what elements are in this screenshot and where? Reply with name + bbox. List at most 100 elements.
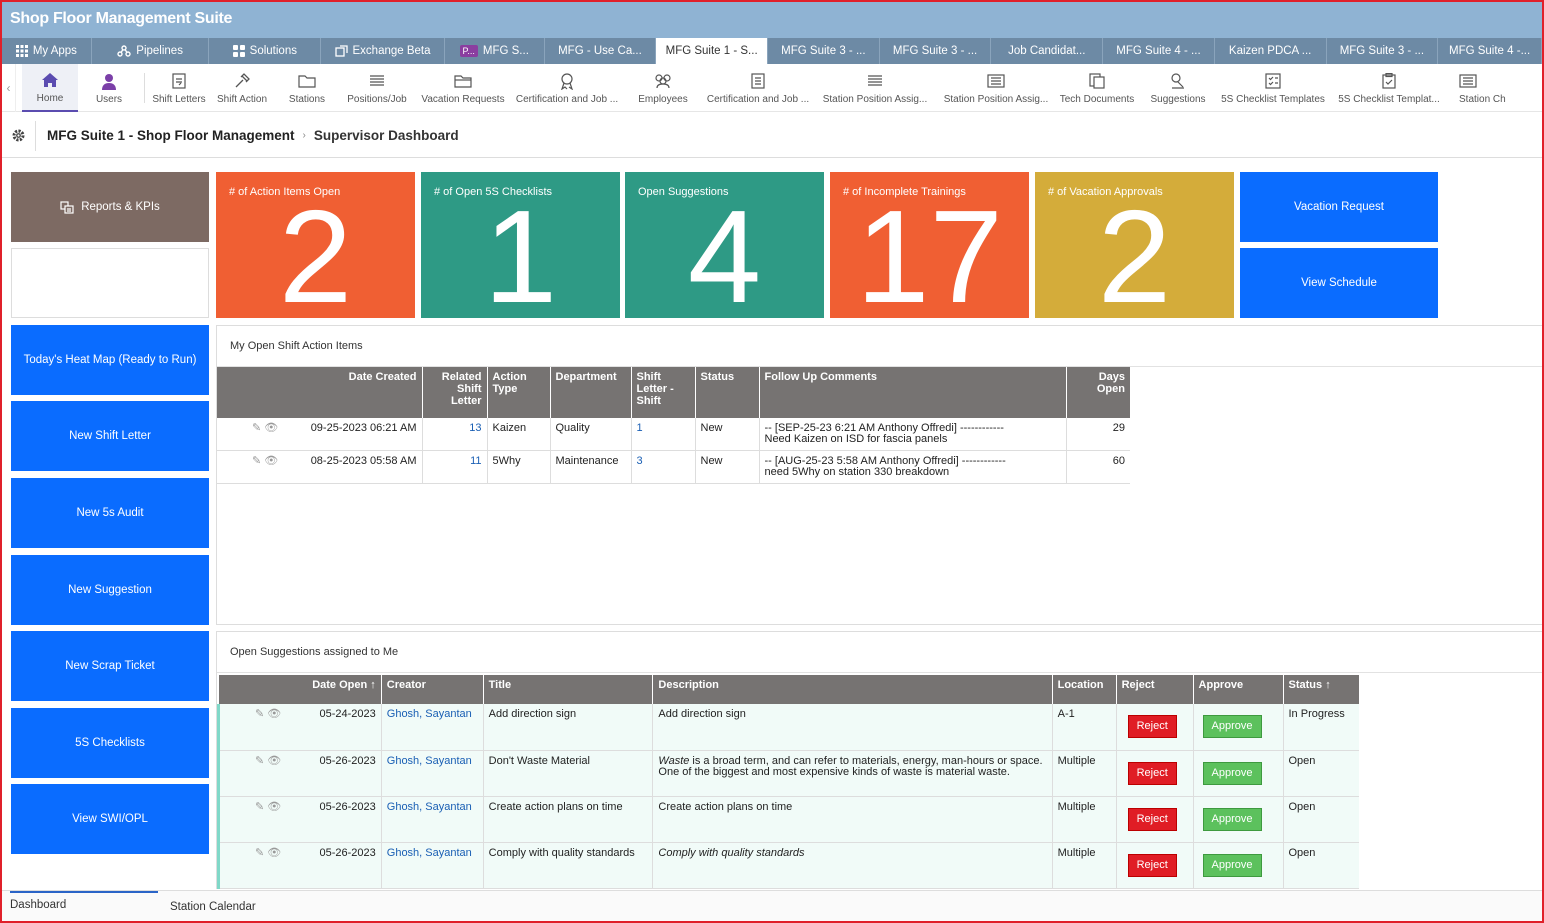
col-days-open[interactable]: Days Open [1066, 367, 1130, 418]
new-suggestion-button[interactable]: New Suggestion [11, 555, 209, 625]
ribbon-home[interactable]: Home [22, 64, 78, 112]
nav-mfg-use-case[interactable]: MFG - Use Ca... [545, 38, 657, 64]
tab-dashboard[interactable]: Dashboard [10, 891, 158, 911]
ribbon-station-position-2[interactable]: Station Position Assig... [937, 64, 1055, 112]
approve-button[interactable]: Approve [1202, 807, 1262, 831]
nav-label: Solutions [249, 45, 297, 57]
ribbon-certification-1[interactable]: Certification and Job ... [511, 64, 623, 112]
ribbon-positions-job[interactable]: Positions/Job [339, 64, 415, 112]
view-icon[interactable]: 👁 [264, 455, 278, 467]
settings-button[interactable] [2, 120, 36, 151]
ribbon-shift-letters[interactable]: Shift Letters [149, 64, 209, 112]
col-date-created[interactable]: Date Created [217, 367, 423, 418]
nav-mfg-suite-3b[interactable]: MFG Suite 3 - ... [880, 38, 992, 64]
col-related-shift-letter[interactable]: Related Shift Letter [422, 367, 488, 418]
col-follow-up-comments[interactable]: Follow Up Comments [759, 367, 1067, 418]
cell-creator[interactable]: Ghosh, Sayantan [381, 704, 484, 751]
approve-button[interactable]: Approve [1202, 761, 1262, 785]
nav-kaizen-pdca[interactable]: Kaizen PDCA ... [1215, 38, 1327, 64]
ribbon-5s-templates-2[interactable]: 5S Checklist Templat... [1329, 64, 1449, 112]
view-icon[interactable]: 👁 [264, 422, 278, 434]
nav-mfg-suite-4b[interactable]: MFG Suite 4 -... [1438, 38, 1542, 64]
approve-button[interactable]: Approve [1202, 715, 1262, 738]
col-reject[interactable]: Reject [1116, 675, 1194, 704]
col-action-type[interactable]: Action Type [487, 367, 551, 418]
new-scrap-ticket-button[interactable]: New Scrap Ticket [11, 631, 209, 701]
col-title[interactable]: Title [483, 675, 654, 704]
edit-icon[interactable]: ✎ [255, 708, 264, 720]
approve-button[interactable]: Approve [1202, 853, 1262, 877]
nav-pipelines[interactable]: Pipelines [92, 38, 210, 64]
cell-related-letter[interactable]: 13 [422, 418, 488, 451]
nav-mfg-s[interactable]: P... MFG S... [445, 38, 545, 64]
ribbon-certification-2[interactable]: Certification and Job ... [703, 64, 813, 112]
reject-button[interactable]: Reject [1127, 761, 1177, 785]
ribbon-stations[interactable]: Stations [275, 64, 339, 112]
reject-button[interactable]: Reject [1127, 807, 1177, 831]
view-icon[interactable]: 👁 [267, 755, 281, 767]
ribbon-shift-action[interactable]: Shift Action [209, 64, 275, 112]
view-icon[interactable]: 👁 [267, 847, 281, 859]
ribbon-scroll-left[interactable]: ‹ [2, 64, 16, 112]
view-schedule-button[interactable]: View Schedule [1240, 248, 1438, 318]
ribbon-suggestions[interactable]: Suggestions [1139, 64, 1217, 112]
col-department[interactable]: Department [550, 367, 632, 418]
view-swi-opl-button[interactable]: View SWI/OPL [11, 784, 209, 854]
col-description[interactable]: Description [652, 675, 1053, 704]
kpi-open-suggestions[interactable]: Open Suggestions 4 [625, 172, 824, 318]
cell-shift[interactable]: 3 [631, 450, 696, 484]
cell-comments: -- [SEP-25-23 6:21 AM Anthony Offredi] -… [759, 418, 1067, 451]
ribbon-5s-templates[interactable]: 5S Checklist Templates [1217, 64, 1329, 112]
reject-button[interactable]: Reject [1127, 715, 1177, 738]
kpi-vacation-approvals[interactable]: # of Vacation Approvals 2 [1035, 172, 1234, 318]
edit-icon[interactable]: ✎ [255, 847, 264, 859]
nav-mfg-suite-1[interactable]: MFG Suite 1 - S... [656, 38, 768, 64]
edit-icon[interactable]: ✎ [252, 455, 261, 467]
col-shift-letter-shift[interactable]: Shift Letter - Shift [631, 367, 696, 418]
5s-checklists-button[interactable]: 5S Checklists [11, 708, 209, 778]
ribbon-station-ch[interactable]: Station Ch [1449, 64, 1513, 112]
ribbon-employees[interactable]: Employees [623, 64, 703, 112]
cell-creator[interactable]: Ghosh, Sayantan [381, 750, 484, 797]
cell-creator[interactable]: Ghosh, Sayantan [381, 796, 484, 843]
vacation-request-button[interactable]: Vacation Request [1240, 172, 1438, 242]
nav-mfg-suite-4a[interactable]: MFG Suite 4 - ... [1103, 38, 1215, 64]
ribbon-tech-documents[interactable]: Tech Documents [1055, 64, 1139, 112]
nav-my-apps[interactable]: My Apps [2, 38, 92, 64]
kpi-incomplete-trainings[interactable]: # of Incomplete Trainings 17 [830, 172, 1029, 318]
edit-icon[interactable]: ✎ [252, 422, 261, 434]
heat-map-button[interactable]: Today's Heat Map (Ready to Run) [11, 325, 209, 395]
ribbon-station-position-1[interactable]: Station Position Assig... [813, 64, 937, 112]
reject-button[interactable]: Reject [1127, 853, 1177, 877]
new-5s-audit-button[interactable]: New 5s Audit [11, 478, 209, 548]
kpi-5s-checklists[interactable]: # of Open 5S Checklists 1 [421, 172, 620, 318]
nav-mfg-suite-3a[interactable]: MFG Suite 3 - ... [768, 38, 880, 64]
nav-solutions[interactable]: Solutions [209, 38, 322, 64]
tab-station-calendar[interactable]: Station Calendar [170, 901, 256, 913]
nav-exchange-beta[interactable]: Exchange Beta [321, 38, 445, 64]
col-approve[interactable]: Approve [1193, 675, 1284, 704]
nav-mfg-suite-3c[interactable]: MFG Suite 3 - ... [1327, 38, 1439, 64]
cell-shift[interactable]: 1 [631, 418, 696, 451]
col-status[interactable]: Status ↑ [1283, 675, 1359, 704]
ribbon-users[interactable]: Users [78, 64, 140, 112]
view-icon[interactable]: 👁 [267, 801, 281, 813]
ribbon-vacation-requests[interactable]: Vacation Requests [415, 64, 511, 112]
col-date-open[interactable]: Date Open ↑ [218, 675, 382, 704]
panel-divider [217, 672, 1542, 673]
kpi-action-items[interactable]: # of Action Items Open 2 [216, 172, 415, 318]
col-creator[interactable]: Creator [381, 675, 484, 704]
col-status[interactable]: Status [695, 367, 760, 418]
cell-date: ✎ 👁 05-24-2023 [217, 704, 382, 751]
cell-approve: Approve [1193, 704, 1284, 751]
nav-job-candidate[interactable]: Job Candidat... [991, 38, 1104, 64]
reports-kpis-button[interactable]: Reports & KPIs [11, 172, 209, 242]
new-shift-letter-button[interactable]: New Shift Letter [11, 401, 209, 471]
cell-creator[interactable]: Ghosh, Sayantan [381, 842, 484, 889]
cell-related-letter[interactable]: 11 [422, 450, 488, 484]
edit-icon[interactable]: ✎ [255, 755, 264, 767]
view-icon[interactable]: 👁 [267, 708, 281, 720]
breadcrumb-app[interactable]: MFG Suite 1 - Shop Floor Management [47, 128, 295, 143]
edit-icon[interactable]: ✎ [255, 801, 264, 813]
col-location[interactable]: Location [1052, 675, 1117, 704]
